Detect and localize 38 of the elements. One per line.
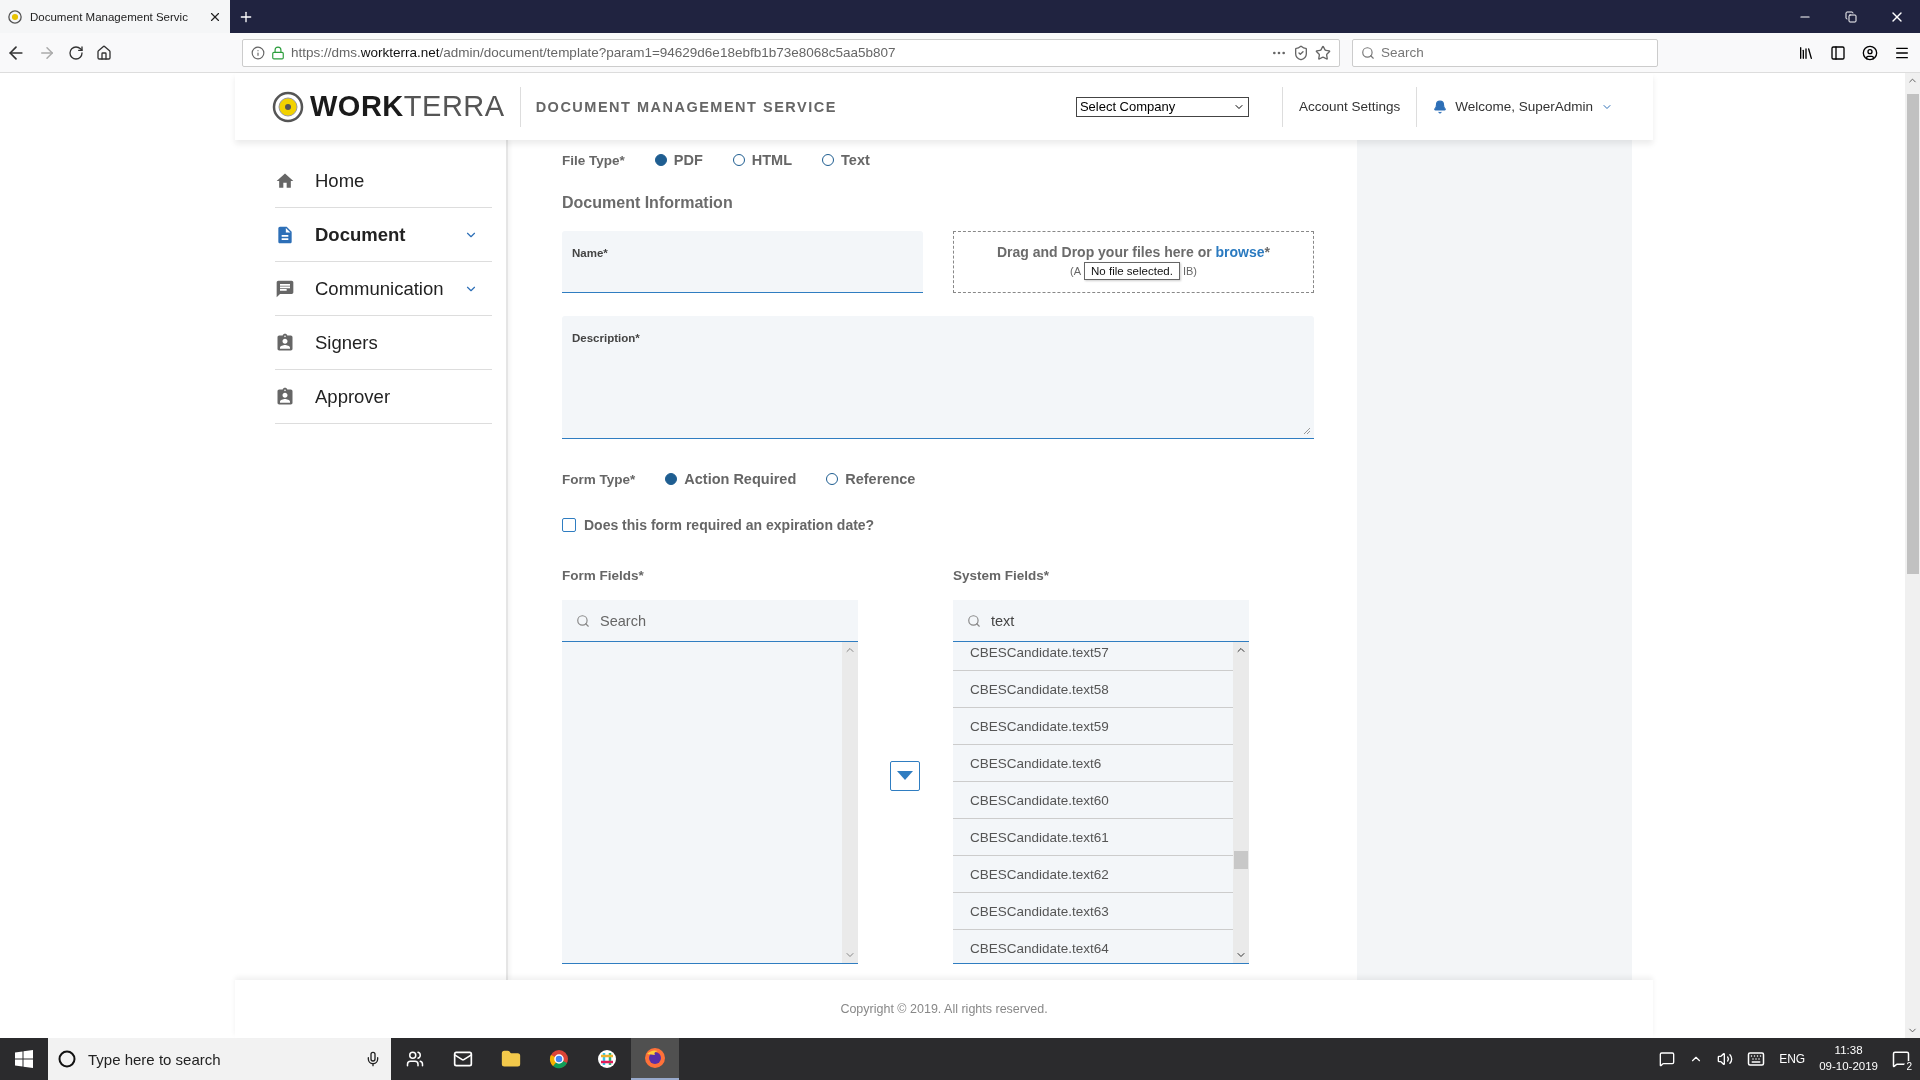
language-indicator[interactable]: ENG (1779, 1052, 1806, 1066)
sidebar-item[interactable]: Signers (275, 316, 492, 370)
logo[interactable]: WORKTERRA (272, 90, 505, 123)
tooltip: No file selected. (1084, 262, 1180, 280)
radio-option[interactable]: Reference (826, 471, 916, 487)
checkbox-label: Does this form required an expiration date? (584, 517, 875, 533)
radio-option[interactable]: Action Required (665, 471, 797, 487)
sidebar-item[interactable]: Approver (275, 370, 492, 424)
radio-option[interactable]: HTML (732, 152, 793, 168)
taskbar-search[interactable]: Type here to search (48, 1038, 391, 1080)
search-field[interactable]: text (953, 600, 1249, 642)
radio-option[interactable]: Text (822, 152, 870, 168)
search-field[interactable]: Search (562, 600, 858, 642)
sidebar-item[interactable]: Communication (275, 262, 492, 316)
field-label: Form Type* (562, 471, 636, 487)
address-bar[interactable]: https://dms.workterra.net/admin/document/template?param1=94629d6e18ebfb1b73e8068c5aa5b807 (242, 38, 1340, 67)
company-select[interactable]: Select Company (1075, 96, 1249, 117)
section-title: Document Information (562, 194, 734, 212)
notification-button[interactable]: 2 (1892, 1050, 1910, 1068)
name-field[interactable]: Name* (562, 231, 923, 293)
search-field[interactable]: Search (1352, 38, 1658, 67)
clock[interactable]: 11:38 09-10-2019 (1819, 1043, 1878, 1075)
sidebar-item[interactable]: Document (275, 208, 492, 262)
file-hint: (A (1070, 265, 1082, 277)
file-hint: IB) (1182, 265, 1197, 277)
service-title: DOCUMENT MANAGEMENT SERVICE (519, 86, 837, 127)
field-label: Form Fields* (562, 568, 645, 583)
browser-tab[interactable]: Document Management Servic (0, 0, 230, 33)
user-menu[interactable]: Welcome, SuperAdmin (1416, 86, 1613, 127)
copyright-text: Copyright © 2019. All rights reserved. (235, 980, 1653, 1038)
account-settings-link[interactable]: Account Settings (1281, 86, 1401, 127)
radio-option[interactable]: PDF (654, 152, 703, 168)
description-field[interactable]: Description* (562, 316, 1314, 439)
field-label: System Fields* (953, 568, 1051, 583)
field-label: File Type* (562, 152, 625, 168)
list-item[interactable]: CBESCandidate.text57 (953, 642, 1233, 671)
file-dropzone[interactable]: Drag and Drop your files here or browse* (A No file selected. IB) (953, 231, 1314, 293)
sidebar-item[interactable]: Home (275, 154, 492, 208)
